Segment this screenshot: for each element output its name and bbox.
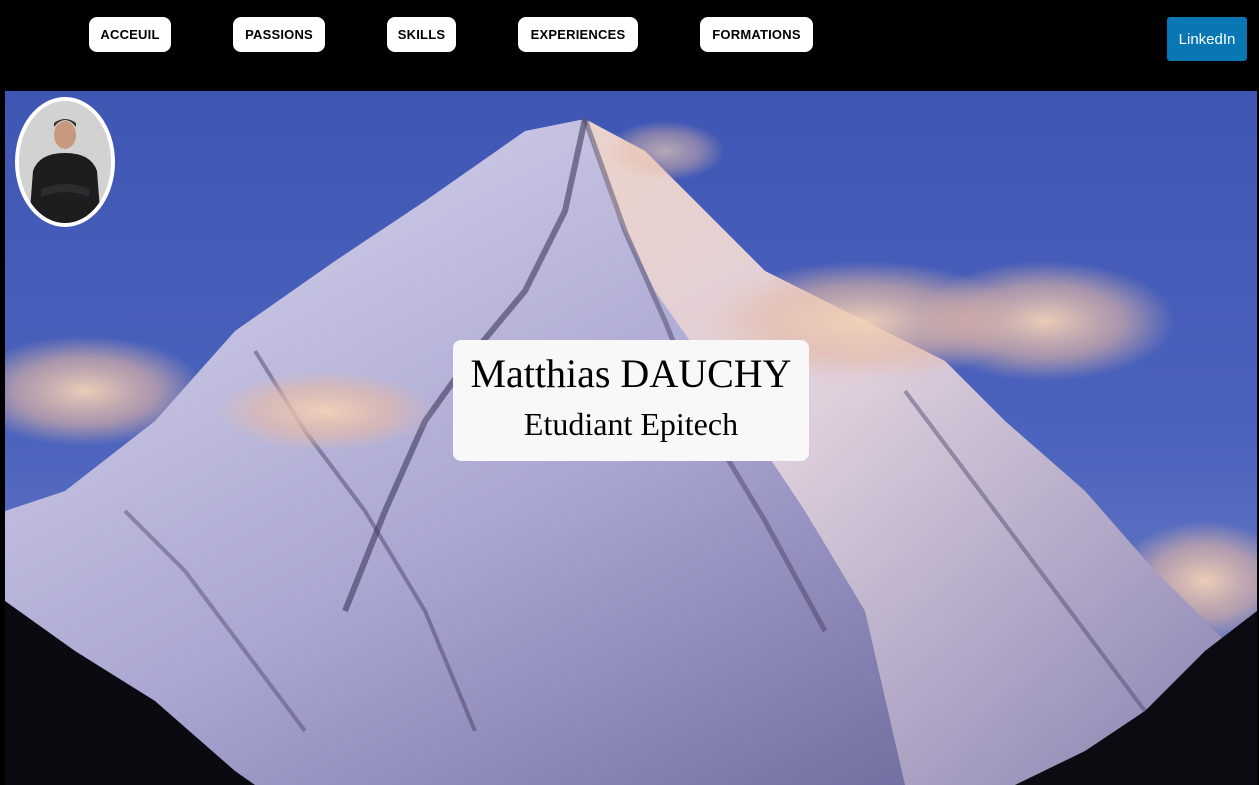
top-navigation-bar: ACCEUIL PASSIONS SKILLS EXPERIENCES FORM… bbox=[0, 0, 1259, 91]
nav-button-acceuil[interactable]: ACCEUIL bbox=[89, 17, 171, 52]
nav-button-formations[interactable]: FORMATIONS bbox=[700, 17, 813, 52]
linkedin-button[interactable]: LinkedIn bbox=[1167, 17, 1247, 61]
nav-button-passions[interactable]: PASSIONS bbox=[233, 17, 325, 52]
nav-button-skills[interactable]: SKILLS bbox=[387, 17, 456, 52]
hero-name: Matthias DAUCHY bbox=[470, 351, 792, 396]
hero-subtitle: Etudiant Epitech bbox=[523, 406, 739, 442]
hero-title-card: Matthias DAUCHY Etudiant Epitech bbox=[453, 340, 809, 461]
profile-avatar bbox=[15, 97, 115, 227]
nav-button-experiences[interactable]: EXPERIENCES bbox=[518, 17, 638, 52]
profile-photo-icon bbox=[19, 101, 111, 223]
